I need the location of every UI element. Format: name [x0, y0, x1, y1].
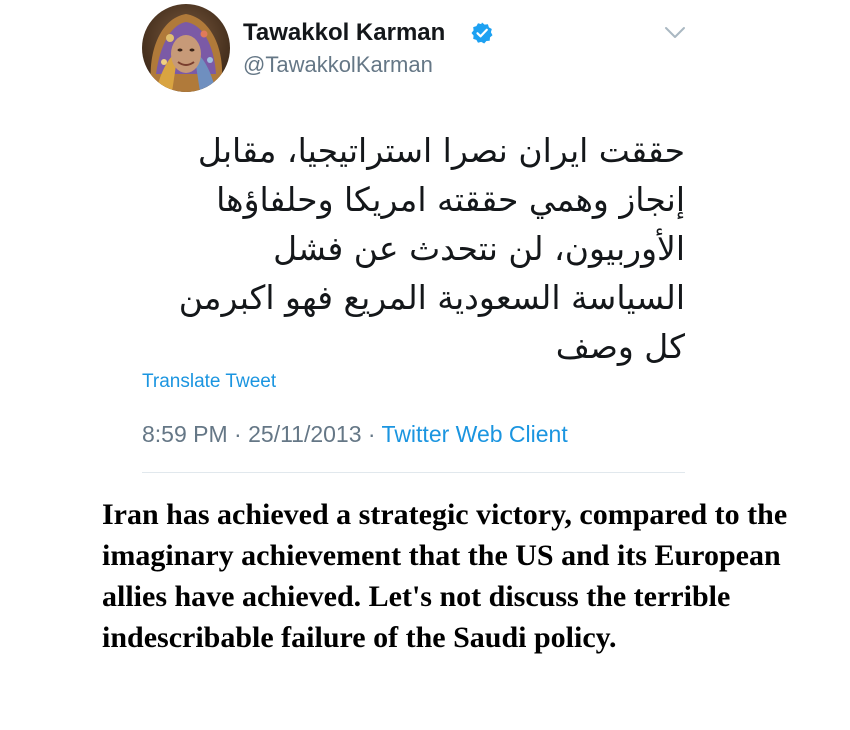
translate-tweet-link[interactable]: Translate Tweet [142, 371, 276, 393]
display-name[interactable]: Tawakkol Karman [243, 19, 445, 47]
tweet-text: حققت ايران نصرا استراتيجيا، مقابل إنجاز … [178, 131, 685, 366]
divider [142, 472, 685, 473]
tweet-time[interactable]: 8:59 PM [142, 421, 228, 447]
verified-badge-icon [471, 22, 493, 44]
tweet-date[interactable]: 25/11/2013 [248, 421, 361, 447]
meta-separator: · [361, 421, 382, 447]
user-handle[interactable]: @TawakkolKarman [243, 52, 433, 78]
avatar-image [150, 14, 223, 92]
chevron-down-icon[interactable] [664, 26, 686, 40]
tweet-meta: 8:59 PM · 25/11/2013 · Twitter Web Clien… [142, 421, 568, 448]
translation-caption: Iran has achieved a strategic victory, c… [102, 498, 788, 654]
tweet-source-link[interactable]: Twitter Web Client [382, 421, 568, 447]
meta-separator: · [227, 421, 249, 447]
avatar[interactable] [142, 4, 230, 92]
